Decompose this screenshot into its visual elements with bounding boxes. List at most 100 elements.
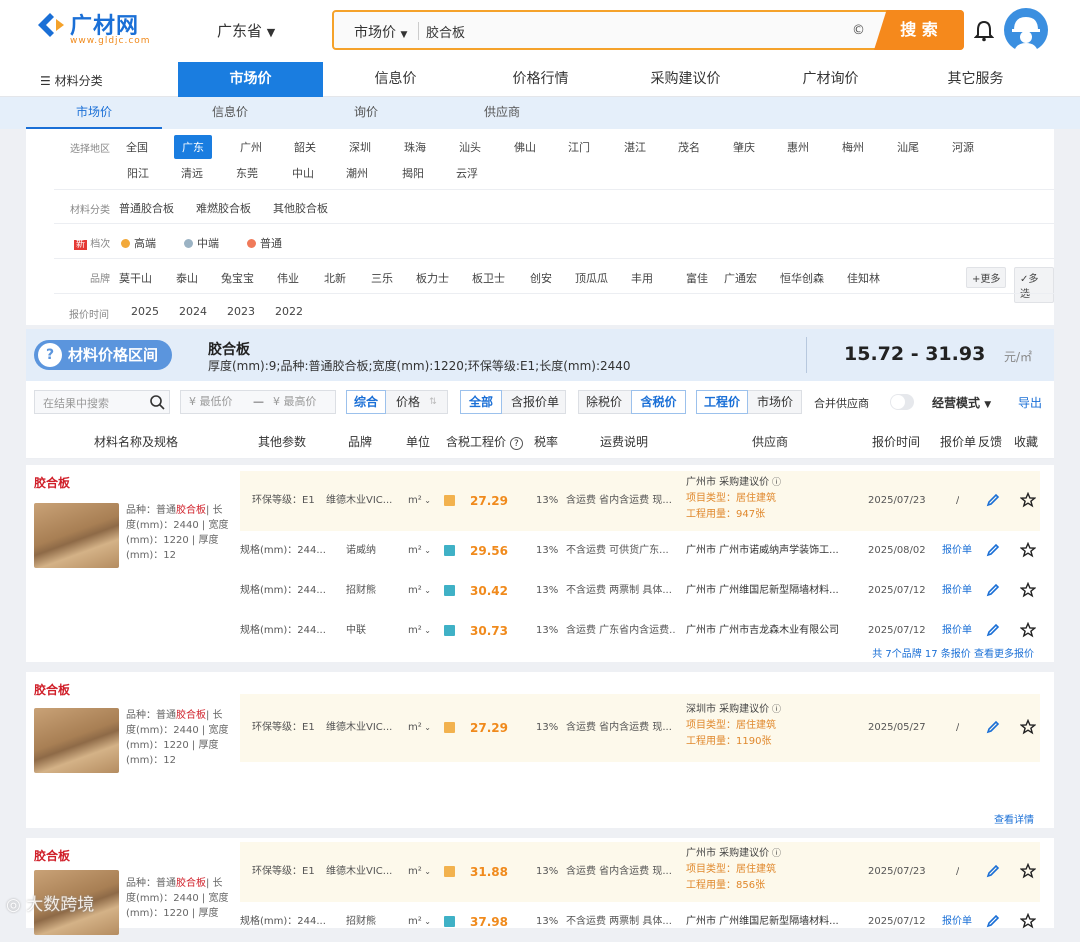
unit-selector[interactable]: m² ⌄ [408,531,431,571]
brand-option[interactable]: 伟业 [277,270,299,286]
unit-selector[interactable]: m² ⌄ [408,611,431,651]
doc-icon[interactable] [444,545,455,556]
region-option[interactable]: 江门 [568,139,590,155]
sort-arrows-icon[interactable]: ⇅ [427,391,439,413]
region-option[interactable]: 广东 [174,135,212,159]
pencil-icon[interactable] [986,623,1000,637]
nav-market-price[interactable]: 市场价 [178,62,323,97]
grade-option-normal[interactable]: 普通 [247,235,282,251]
help-icon[interactable]: ⓘ [769,849,781,859]
logo-icon[interactable] [36,11,66,39]
brand-option[interactable]: 北新 [324,270,346,286]
star-icon[interactable] [1020,542,1036,558]
star-icon[interactable] [1020,863,1036,879]
unit-selector[interactable]: m² ⌄ [408,852,431,892]
view-more-link[interactable]: 查看详情 [994,811,1034,826]
brand-option[interactable]: 创安 [530,270,552,286]
region-option[interactable]: 深圳 [349,139,371,155]
category-option-fireproof[interactable]: 难燃胶合板 [196,200,251,216]
pencil-icon[interactable] [986,720,1000,734]
unit-selector[interactable]: m² ⌄ [408,571,431,611]
region-option[interactable]: 汕尾 [897,139,919,155]
star-icon[interactable] [1020,622,1036,638]
region-option[interactable]: 清远 [181,165,203,181]
sort-comprehensive[interactable]: 综合 [346,390,386,414]
nav-purchase-advice[interactable]: 采购建议价 [613,62,758,97]
tab-info-price[interactable]: 信息价 [162,97,298,129]
product-title[interactable]: 胶合板 [34,681,70,698]
search-input[interactable] [426,21,846,41]
search-type-dropdown[interactable]: 市场价 ▼ [354,22,407,42]
star-icon[interactable] [1020,913,1036,929]
brand-option[interactable]: 板卫士 [472,270,505,286]
supplier-cell[interactable]: 广州市 广州维国尼新型隔墙材料... [686,571,846,611]
business-mode-dropdown[interactable]: 经营模式 ▼ [932,394,991,411]
pencil-icon[interactable] [986,864,1000,878]
grade-option-mid[interactable]: 中端 [184,235,219,251]
product-title[interactable]: 胶合板 [34,847,70,864]
region-option[interactable]: 中山 [292,165,314,181]
product-image[interactable] [34,708,119,773]
export-button[interactable]: 导出 [1018,394,1042,411]
brand-option[interactable]: 丰用 [631,270,653,286]
clear-icon[interactable]: © [852,23,865,38]
brand-option[interactable]: 板力士 [416,270,449,286]
region-option[interactable]: 韶关 [294,139,316,155]
view-more-link[interactable]: 共 7个品牌 17 条报价 查看更多报价 [872,645,1034,660]
region-option[interactable]: 全国 [126,139,148,155]
unit-selector[interactable]: m² ⌄ [408,708,431,748]
category-option-other[interactable]: 其他胶合板 [273,200,328,216]
scope-all[interactable]: 全部 [460,390,502,414]
market-price[interactable]: 市场价 [749,391,801,413]
max-price-input[interactable]: ¥ 最高价 [273,391,317,413]
brand-option[interactable]: 兔宝宝 [221,270,254,286]
region-option[interactable]: 珠海 [404,139,426,155]
doc-icon[interactable] [444,916,455,927]
star-icon[interactable] [1020,719,1036,735]
pencil-icon[interactable] [986,914,1000,928]
region-option[interactable]: 湛江 [624,139,646,155]
year-option-2023[interactable]: 2023 [227,305,255,318]
category-option-regular[interactable]: 普通胶合板 [119,200,174,216]
nav-inquiry[interactable]: 广材询价 [758,62,903,97]
brand-option[interactable]: 佳知林 [847,270,880,286]
doc-icon[interactable] [444,722,455,733]
brand-option[interactable]: 恒华创森 [780,270,824,286]
sort-price[interactable]: 价格 [393,391,423,413]
help-icon[interactable]: ? [509,437,523,450]
pencil-icon[interactable] [986,543,1000,557]
quote-cell[interactable]: 报价单 [942,571,972,611]
brand-option[interactable]: 莫干山 [119,270,152,286]
supplier-cell[interactable]: 广州市 广州市诺威纳声学装饰工... [686,531,846,571]
brand-option[interactable]: 广通宏 [724,270,757,286]
tab-market-price[interactable]: 市场价 [26,97,162,129]
category-menu[interactable]: ☰ 材料分类 [40,72,103,89]
brand-option[interactable]: 三乐 [371,270,393,286]
unit-selector[interactable]: m² ⌄ [408,481,431,521]
doc-icon[interactable] [444,495,455,506]
year-option-2025[interactable]: 2025 [131,305,159,318]
region-option[interactable]: 揭阳 [402,165,424,181]
region-option[interactable]: 惠州 [787,139,809,155]
quote-cell[interactable]: 报价单 [942,902,972,942]
region-option[interactable]: 广州 [240,139,262,155]
province-selector[interactable]: 广东省 ▼ [217,20,275,41]
brand-option[interactable]: 泰山 [176,270,198,286]
merge-supplier-toggle[interactable] [890,394,914,410]
pencil-icon[interactable] [986,583,1000,597]
star-icon[interactable] [1020,492,1036,508]
search-button[interactable]: 搜 索 [874,10,964,50]
bell-icon[interactable] [974,20,994,42]
product-title[interactable]: 胶合板 [34,474,70,491]
min-price-input[interactable]: ¥ 最低价 [189,391,233,413]
nav-price-trend[interactable]: 价格行情 [468,62,613,97]
help-icon[interactable]: ⓘ [769,478,781,488]
year-option-2024[interactable]: 2024 [179,305,207,318]
region-option[interactable]: 河源 [952,139,974,155]
engineering-price[interactable]: 工程价 [696,390,748,414]
price-ex-tax[interactable]: 除税价 [579,391,629,413]
tab-supplier[interactable]: 供应商 [434,97,570,129]
nav-other-services[interactable]: 其它服务 [903,62,1048,97]
region-option[interactable]: 东莞 [236,165,258,181]
doc-icon[interactable] [444,866,455,877]
